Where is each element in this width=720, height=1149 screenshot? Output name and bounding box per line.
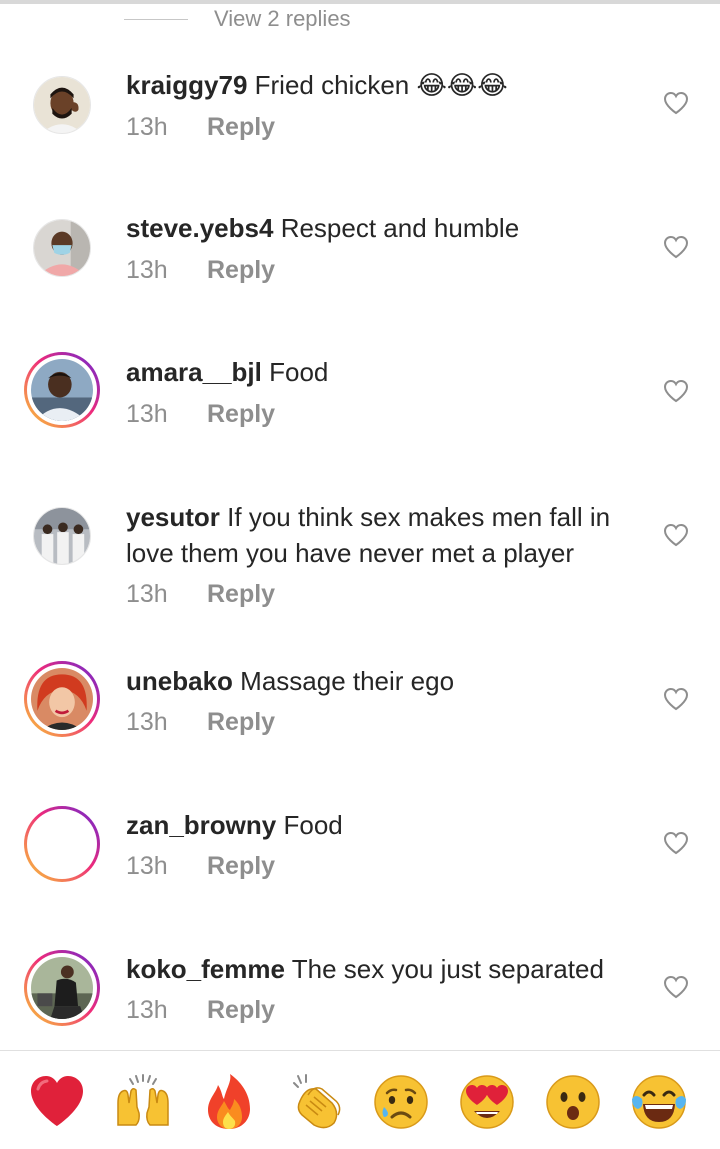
comment-content: Massage their ego bbox=[240, 666, 455, 696]
like-heart-icon[interactable] bbox=[663, 235, 689, 259]
comment-content: The sex you just separated bbox=[291, 954, 604, 984]
avatar[interactable] bbox=[24, 67, 100, 143]
comment-content: Food bbox=[269, 357, 329, 387]
reply-button[interactable]: Reply bbox=[207, 708, 275, 737]
comment-username[interactable]: steve.yebs4 bbox=[126, 213, 273, 243]
comment-text: amara__bjl Food bbox=[126, 354, 646, 390]
like-heart-icon[interactable] bbox=[663, 975, 689, 999]
comment-text: koko_femme The sex you just separated bbox=[126, 951, 646, 987]
comment-meta: 13h Reply bbox=[126, 256, 275, 285]
avatar-story-ring[interactable] bbox=[24, 661, 100, 737]
avatar-story-ring[interactable] bbox=[24, 806, 100, 882]
comments-screen: View 2 replies kraiggy79 Fried chicken 😂… bbox=[0, 0, 720, 1149]
comment-time: 13h bbox=[126, 996, 168, 1024]
emoji-reaction-bar bbox=[0, 1050, 720, 1149]
avatar-image bbox=[31, 957, 93, 1019]
heart-eyes-emoji-icon[interactable] bbox=[458, 1073, 516, 1131]
avatar-image bbox=[33, 76, 91, 134]
comment-content: Fried chicken 😂😂😂 bbox=[254, 70, 508, 100]
surprised-face-emoji-icon[interactable] bbox=[544, 1073, 602, 1131]
reply-button[interactable]: Reply bbox=[207, 113, 275, 142]
comment-text: unebako Massage their ego bbox=[126, 663, 646, 699]
comment-content: Food bbox=[283, 810, 343, 840]
comment-meta: 13h Reply bbox=[126, 400, 275, 429]
view-replies-link[interactable]: View 2 replies bbox=[124, 5, 351, 33]
comment-username[interactable]: koko_femme bbox=[126, 954, 285, 984]
comment-text: yesutor If you think sex makes men fall … bbox=[126, 499, 646, 571]
comment-meta: 13h Reply bbox=[126, 996, 275, 1025]
comment-text: steve.yebs4 Respect and humble bbox=[126, 210, 646, 246]
comment-text: kraiggy79 Fried chicken 😂😂😂 bbox=[126, 67, 646, 103]
comment-time: 13h bbox=[126, 400, 168, 428]
comment-time: 13h bbox=[126, 580, 168, 608]
comment-time: 13h bbox=[126, 852, 168, 880]
tears-of-joy-emoji-icon[interactable] bbox=[630, 1073, 688, 1131]
comment-username[interactable]: amara__bjl bbox=[126, 357, 262, 387]
comment-time: 13h bbox=[126, 113, 168, 141]
red-heart-emoji-icon[interactable] bbox=[28, 1073, 86, 1131]
reply-button[interactable]: Reply bbox=[207, 580, 275, 609]
avatar-story-ring[interactable] bbox=[24, 352, 100, 428]
like-heart-icon[interactable] bbox=[663, 687, 689, 711]
reply-button[interactable]: Reply bbox=[207, 256, 275, 285]
avatar-image bbox=[31, 359, 93, 421]
comment-meta: 13h Reply bbox=[126, 580, 275, 609]
avatar-image bbox=[33, 507, 91, 565]
like-heart-icon[interactable] bbox=[663, 379, 689, 403]
comment-meta: 13h Reply bbox=[126, 708, 275, 737]
avatar[interactable] bbox=[24, 210, 100, 286]
comment-meta: 13h Reply bbox=[126, 852, 275, 881]
avatar-image bbox=[31, 813, 93, 875]
view-replies-label[interactable]: View 2 replies bbox=[214, 6, 351, 32]
comment-text: zan_browny Food bbox=[126, 807, 646, 843]
comment-username[interactable]: unebako bbox=[126, 666, 233, 696]
comment-meta: 13h Reply bbox=[126, 113, 275, 142]
clapping-hands-emoji-icon[interactable] bbox=[286, 1073, 344, 1131]
comment-username[interactable]: kraiggy79 bbox=[126, 70, 247, 100]
avatar-image bbox=[33, 219, 91, 277]
like-heart-icon[interactable] bbox=[663, 91, 689, 115]
reply-button[interactable]: Reply bbox=[207, 852, 275, 881]
like-heart-icon[interactable] bbox=[663, 831, 689, 855]
avatar-image bbox=[31, 668, 93, 730]
top-divider bbox=[0, 0, 720, 4]
avatar-story-ring[interactable] bbox=[24, 950, 100, 1026]
comment-username[interactable]: yesutor bbox=[126, 502, 220, 532]
like-heart-icon[interactable] bbox=[663, 523, 689, 547]
comment-content: Respect and humble bbox=[280, 213, 520, 243]
comment-username[interactable]: zan_browny bbox=[126, 810, 276, 840]
reply-button[interactable]: Reply bbox=[207, 996, 275, 1025]
reply-button[interactable]: Reply bbox=[207, 400, 275, 429]
fire-emoji-icon[interactable] bbox=[200, 1073, 258, 1131]
raising-hands-emoji-icon[interactable] bbox=[114, 1073, 172, 1131]
avatar[interactable] bbox=[24, 498, 100, 574]
replies-line bbox=[124, 18, 188, 20]
comment-time: 13h bbox=[126, 708, 168, 736]
comment-time: 13h bbox=[126, 256, 168, 284]
sad-face-emoji-icon[interactable] bbox=[372, 1073, 430, 1131]
